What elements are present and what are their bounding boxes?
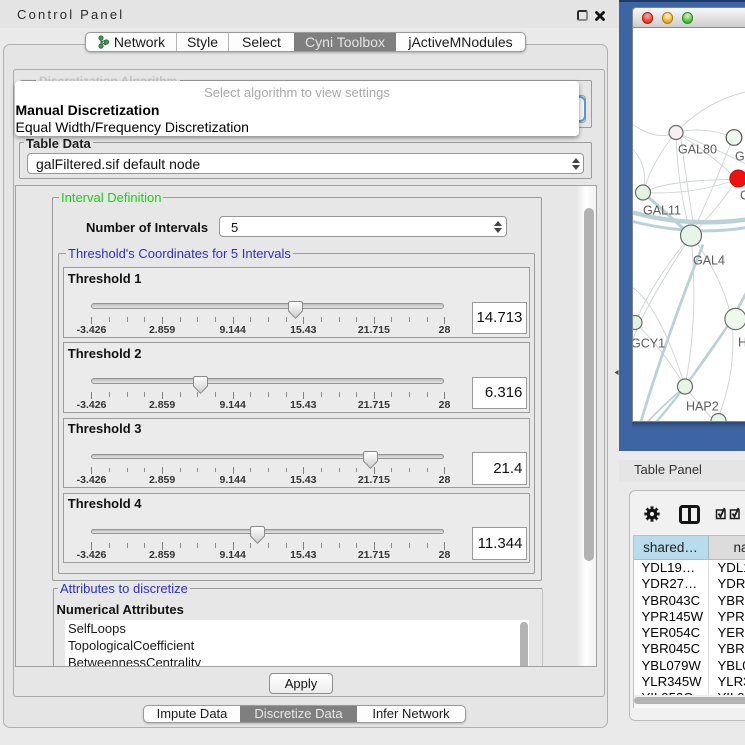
- svg-text:GCY1: GCY1: [633, 336, 665, 350]
- svg-text:C: C: [740, 188, 745, 202]
- svg-text:GA: GA: [735, 149, 745, 163]
- svg-text:HAP2: HAP2: [686, 399, 719, 413]
- svg-text:GAL4: GAL4: [693, 253, 725, 267]
- svg-text:GAL80: GAL80: [678, 142, 717, 156]
- svg-text:GAL11: GAL11: [643, 203, 681, 217]
- svg-text:H: H: [738, 335, 745, 349]
